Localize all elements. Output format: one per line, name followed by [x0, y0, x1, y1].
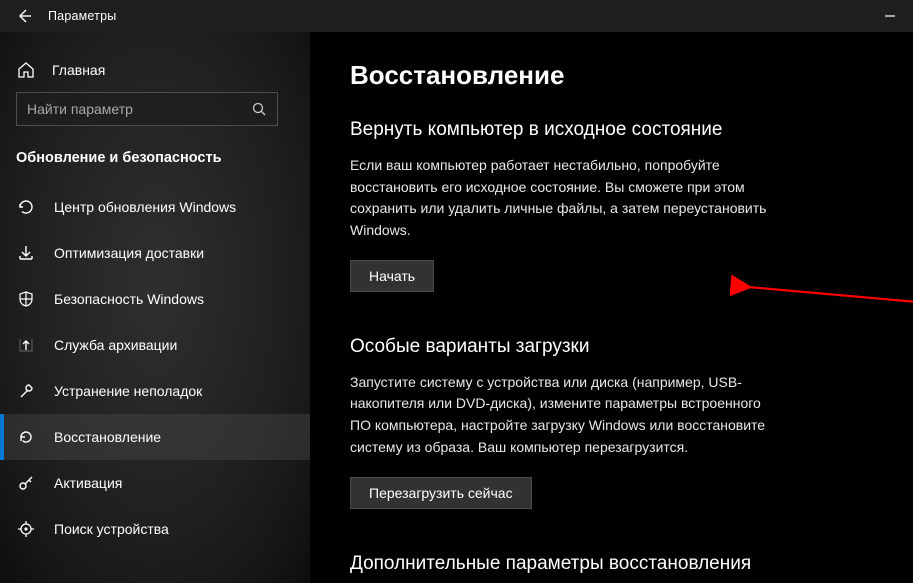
more-heading: Дополнительные параметры восстановления [350, 553, 873, 575]
reset-heading: Вернуть компьютер в исходное состояние [350, 119, 873, 141]
page-title: Восстановление [350, 60, 873, 91]
sidebar-item-label: Активация [54, 475, 122, 491]
sidebar-item-backup[interactable]: Служба архивации [0, 322, 310, 368]
sidebar-item-label: Служба архивации [54, 337, 177, 353]
titlebar: Параметры [0, 0, 913, 32]
sidebar-item-activation[interactable]: Активация [0, 460, 310, 506]
recovery-icon [16, 427, 36, 447]
home-icon [16, 61, 36, 79]
sidebar-item-label: Поиск устройства [54, 521, 169, 537]
location-icon [16, 519, 36, 539]
sidebar-item-label: Восстановление [54, 429, 161, 445]
sidebar-item-delivery-optimization[interactable]: Оптимизация доставки [0, 230, 310, 276]
sidebar-item-label: Оптимизация доставки [54, 245, 204, 261]
search-input[interactable] [17, 101, 241, 117]
search-box[interactable] [16, 92, 278, 126]
minimize-button[interactable] [867, 0, 913, 32]
content-area: Восстановление Вернуть компьютер в исход… [310, 32, 913, 583]
reset-pc-section: Вернуть компьютер в исходное состояние Е… [350, 119, 873, 292]
backup-icon [16, 335, 36, 355]
sidebar-home[interactable]: Главная [0, 48, 310, 92]
sidebar-item-windows-update[interactable]: Центр обновления Windows [0, 184, 310, 230]
sidebar-item-label: Центр обновления Windows [54, 199, 236, 215]
download-icon [16, 243, 36, 263]
sidebar-home-label: Главная [52, 62, 105, 78]
search-icon [241, 101, 277, 117]
advanced-description: Запустите систему с устройства или диска… [350, 372, 780, 459]
minimize-icon [884, 10, 896, 22]
shield-icon [16, 289, 36, 309]
sidebar-item-windows-security[interactable]: Безопасность Windows [0, 276, 310, 322]
sidebar: Главная Обновление и безопасность Центр … [0, 32, 310, 583]
more-recovery-section: Дополнительные параметры восстановления … [350, 553, 873, 583]
key-icon [16, 473, 36, 493]
window-title: Параметры [48, 9, 116, 23]
reset-get-started-button[interactable]: Начать [350, 260, 434, 292]
sidebar-item-recovery[interactable]: Восстановление [0, 414, 310, 460]
sidebar-item-label: Устранение неполадок [54, 383, 202, 399]
sidebar-section-title: Обновление и безопасность [0, 134, 310, 184]
advanced-startup-section: Особые варианты загрузки Запустите систе… [350, 336, 873, 509]
sidebar-nav: Центр обновления Windows Оптимизация дос… [0, 184, 310, 552]
sidebar-item-find-my-device[interactable]: Поиск устройства [0, 506, 310, 552]
refresh-icon [16, 197, 36, 217]
sidebar-item-troubleshoot[interactable]: Устранение неполадок [0, 368, 310, 414]
reset-description: Если ваш компьютер работает нестабильно,… [350, 155, 780, 242]
sidebar-item-label: Безопасность Windows [54, 291, 204, 307]
restart-now-button[interactable]: Перезагрузить сейчас [350, 477, 532, 509]
wrench-icon [16, 381, 36, 401]
back-button[interactable] [0, 0, 48, 32]
arrow-left-icon [16, 8, 32, 24]
advanced-heading: Особые варианты загрузки [350, 336, 873, 358]
